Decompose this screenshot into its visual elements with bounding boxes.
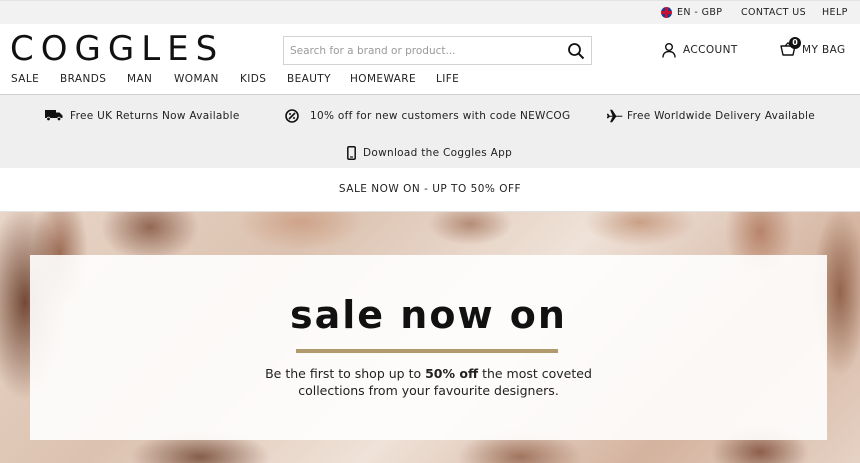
bag-label: MY BAG [802, 44, 846, 56]
hero-subtitle: Be the first to shop up to 50% off the m… [30, 365, 827, 399]
nav-item-life[interactable]: LIFE [436, 73, 459, 85]
contact-us-link[interactable]: CONTACT US [741, 7, 806, 18]
plane-icon [607, 109, 623, 123]
utility-bar: EN - GBP CONTACT US HELP [0, 0, 860, 24]
nav-item-kids[interactable]: KIDS [240, 73, 266, 85]
bag-count-badge: 0 [789, 37, 801, 49]
sale-banner-text: SALE NOW ON - UP TO 50% OFF [338, 183, 522, 195]
hero-line1-post: the most coveted [478, 366, 592, 381]
nav-item-homeware[interactable]: HOMEWARE [350, 73, 416, 85]
locale-selector[interactable]: EN - GBP [677, 7, 722, 18]
search-box [283, 36, 592, 65]
hero-banner[interactable]: sale now on Be the first to shop up to 5… [0, 212, 860, 463]
hero-divider [296, 349, 558, 353]
hero-line2: collections from your favourite designer… [298, 383, 559, 398]
promo-strip: Free UK Returns Now Available 10% off fo… [0, 95, 860, 168]
hero-title: sale now on [290, 293, 567, 337]
hero-line1-pre: Be the first to shop up to [265, 366, 426, 381]
main-nav: SALE BRANDS MAN WOMAN KIDS BEAUTY HOMEWA… [0, 73, 600, 89]
promo-discount-text: 10% off for new customers with code NEWC… [310, 110, 571, 122]
nav-item-brands[interactable]: BRANDS [60, 73, 106, 85]
promo-returns-text: Free UK Returns Now Available [70, 110, 240, 122]
truck-icon [45, 110, 63, 121]
discount-icon [285, 109, 299, 123]
search-input[interactable] [284, 37, 554, 64]
help-link[interactable]: HELP [822, 7, 848, 18]
sale-banner[interactable]: SALE NOW ON - UP TO 50% OFF [0, 168, 860, 212]
search-icon[interactable] [567, 42, 585, 60]
promo-app-text: Download the Coggles App [363, 147, 513, 159]
phone-icon [347, 146, 356, 160]
nav-item-woman[interactable]: WOMAN [174, 73, 219, 85]
nav-item-man[interactable]: MAN [127, 73, 152, 85]
uk-flag-icon[interactable] [661, 7, 672, 18]
hero-line1-bold: 50% off [425, 366, 479, 381]
account-icon [662, 43, 676, 58]
hero-card: sale now on Be the first to shop up to 5… [30, 255, 827, 440]
account-label: ACCOUNT [683, 44, 738, 56]
nav-item-beauty[interactable]: BEAUTY [287, 73, 331, 85]
nav-item-sale[interactable]: SALE [11, 73, 39, 85]
promo-delivery-text: Free Worldwide Delivery Available [627, 110, 816, 122]
site-logo[interactable]: COGGLES [10, 29, 224, 69]
site-header: COGGLES ACCOUNT 0 MY BAG SALE BRANDS MAN… [0, 24, 860, 95]
